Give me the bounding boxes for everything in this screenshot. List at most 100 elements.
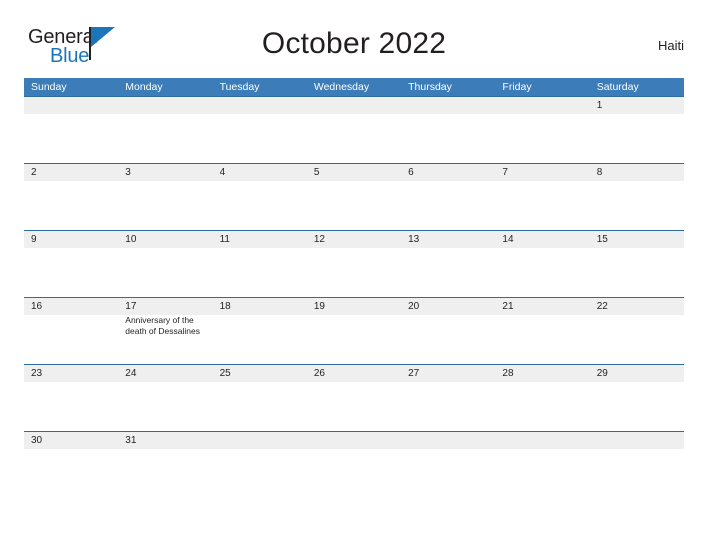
day-number: 24 [125, 368, 137, 379]
calendar-day-cell[interactable] [589, 432, 684, 458]
day-number: 28 [502, 368, 514, 379]
day-header-friday: Friday [502, 81, 532, 93]
calendar-day-cell[interactable]: 26 [306, 365, 402, 431]
calendar-day-cell[interactable]: 28 [495, 365, 590, 431]
day-number-band [401, 164, 496, 181]
calendar-day-cell[interactable]: 17 Anniversary of the death of Dessalines [118, 298, 213, 364]
calendar-week-row: 16 17 Anniversary of the death of Dessali… [24, 297, 684, 364]
calendar-day-cell[interactable]: 9 [24, 231, 119, 297]
day-number: 26 [313, 368, 325, 379]
day-number-band [589, 164, 684, 181]
day-number-band [24, 97, 119, 114]
calendar-day-cell[interactable]: 10 [118, 231, 213, 297]
day-number: 31 [125, 435, 137, 446]
calendar-day-cell[interactable]: 14 [495, 231, 590, 297]
day-number: 9 [31, 234, 37, 245]
day-number: 16 [31, 301, 43, 312]
calendar-week-row: 30 31 [24, 431, 684, 458]
day-number: 5 [313, 167, 320, 178]
calendar-day-cell[interactable]: 21 [495, 298, 590, 364]
calendar-day-cell[interactable] [495, 432, 590, 458]
page-title: October 2022 [261, 27, 447, 60]
day-number: 27 [408, 368, 420, 379]
calendar-day-cell[interactable]: 23 [24, 365, 119, 431]
calendar-week-row: 1 [24, 96, 684, 163]
calendar-day-cell[interactable]: 3 [118, 164, 213, 230]
day-header-wednesday: Wednesday [313, 81, 370, 93]
day-number-band [306, 164, 402, 181]
day-number: 21 [502, 301, 514, 312]
calendar-day-cell[interactable]: 7 [495, 164, 590, 230]
calendar-day-cell[interactable] [401, 97, 496, 163]
calendar-day-cell[interactable] [212, 432, 307, 458]
day-number: 12 [313, 234, 325, 245]
day-number: 7 [502, 167, 508, 178]
calendar-day-cell[interactable]: 31 [118, 432, 213, 458]
day-event-label: Anniversary of the death of Dessalines [125, 315, 200, 336]
day-header-sunday: Sunday [31, 81, 67, 93]
day-number: 23 [31, 368, 43, 379]
calendar-day-cell[interactable]: 1 [589, 97, 684, 163]
day-number: 6 [408, 167, 414, 178]
day-number: 3 [125, 167, 131, 178]
day-number: 30 [31, 435, 43, 446]
day-number-band [212, 97, 307, 114]
day-header-monday: Monday [125, 81, 163, 93]
calendar-day-cell[interactable]: 15 [589, 231, 684, 297]
day-number-band [118, 97, 213, 114]
calendar-page: General Blue October 2022 Haiti Sunday M… [0, 0, 712, 550]
calendar-day-cell[interactable] [401, 432, 496, 458]
calendar-day-cell[interactable]: 25 [212, 365, 307, 431]
day-number-band [495, 164, 590, 181]
calendar-day-cell[interactable]: 12 [306, 231, 402, 297]
calendar-day-cell[interactable] [212, 97, 307, 163]
calendar-day-cell[interactable]: 13 [401, 231, 496, 297]
day-number: 11 [219, 234, 230, 245]
calendar-day-cell[interactable]: 19 [306, 298, 402, 364]
day-number-band [24, 164, 119, 181]
calendar-day-cell[interactable]: 6 [401, 164, 496, 230]
calendar-day-cell[interactable]: 2 [24, 164, 119, 230]
calendar-day-cell[interactable]: 24 [118, 365, 213, 431]
day-number: 22 [596, 301, 608, 312]
calendar-day-cell[interactable]: 30 [24, 432, 119, 458]
calendar-day-cell[interactable]: 16 [24, 298, 119, 364]
day-number: 29 [596, 368, 608, 379]
day-of-week-header-row: Sunday Monday Tuesday Wednesday Thursday… [24, 78, 684, 96]
calendar-week-row: 2 3 4 5 6 7 8 [24, 163, 684, 230]
country-label: Haiti [657, 38, 684, 53]
day-number-band [401, 432, 496, 449]
calendar-day-cell[interactable] [118, 97, 213, 163]
day-number: 15 [596, 234, 608, 245]
calendar-day-cell[interactable]: 4 [212, 164, 307, 230]
day-number-band [306, 432, 402, 449]
calendar-week-row: 9 10 11 12 13 14 15 [24, 230, 684, 297]
calendar-day-cell[interactable]: 29 [589, 365, 684, 431]
calendar-day-cell[interactable]: 27 [401, 365, 496, 431]
day-number: 13 [408, 234, 420, 245]
calendar-day-cell[interactable] [24, 97, 119, 163]
page-header: General Blue October 2022 Haiti [24, 22, 684, 74]
calendar-day-cell[interactable] [495, 97, 590, 163]
day-number: 8 [596, 167, 603, 178]
day-number-band [589, 432, 684, 449]
calendar-day-cell[interactable]: 18 [212, 298, 307, 364]
day-number: 25 [219, 368, 231, 379]
day-number: 14 [502, 234, 514, 245]
day-number: 10 [125, 234, 137, 245]
day-number-band [495, 432, 590, 449]
day-number: 18 [219, 301, 231, 312]
calendar-day-cell[interactable]: 22 [589, 298, 684, 364]
calendar-day-cell[interactable] [306, 97, 402, 163]
day-number: 19 [313, 301, 325, 312]
day-header-saturday: Saturday [596, 81, 639, 93]
calendar-day-cell[interactable]: 11 [212, 231, 307, 297]
day-number-band [24, 231, 119, 248]
calendar-grid: Sunday Monday Tuesday Wednesday Thursday… [24, 78, 684, 458]
calendar-day-cell[interactable]: 5 [306, 164, 402, 230]
calendar-day-cell[interactable]: 8 [589, 164, 684, 230]
calendar-day-cell[interactable]: 20 [401, 298, 496, 364]
day-number-band [495, 97, 590, 114]
calendar-day-cell[interactable] [306, 432, 402, 458]
day-number: 17 [125, 301, 137, 312]
